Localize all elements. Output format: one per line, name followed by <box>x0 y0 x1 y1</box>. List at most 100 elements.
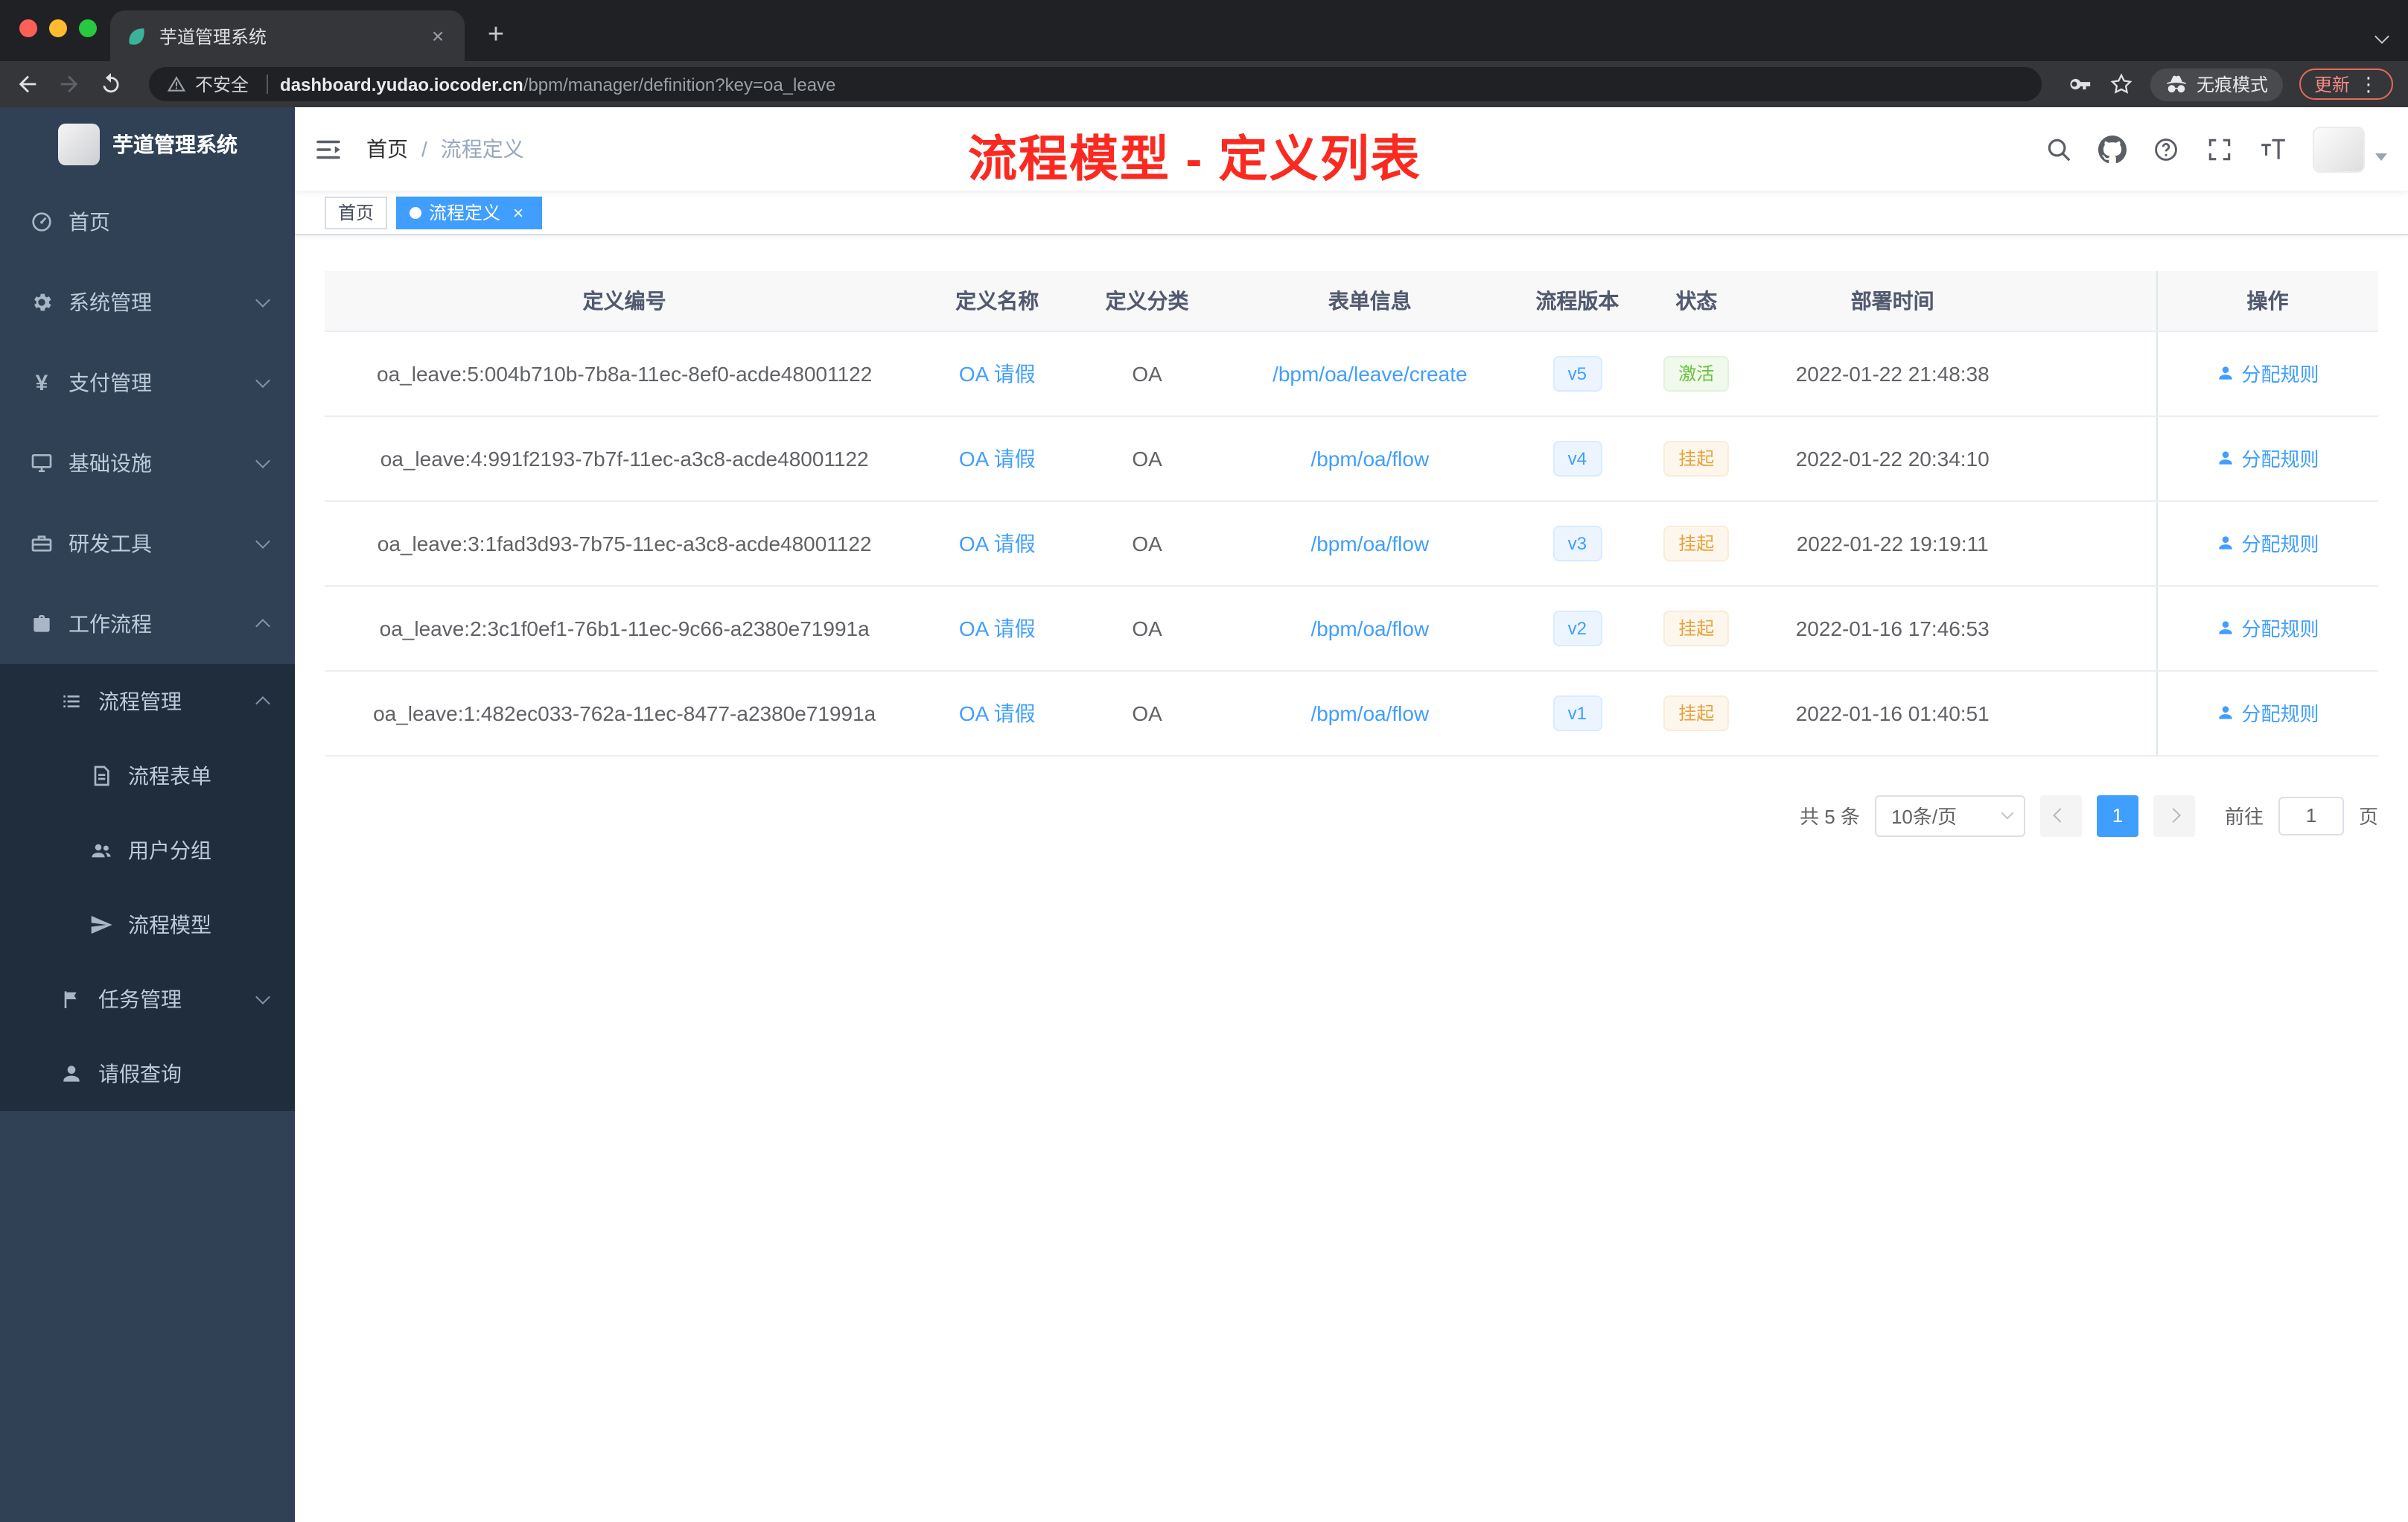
sidebar-item-workflow[interactable]: 工作流程 <box>0 584 295 664</box>
sidebar-item-process-model[interactable]: 流程模型 <box>0 888 295 962</box>
browser-update-menu[interactable]: 更新 ⋮ <box>2299 69 2393 100</box>
address-bar[interactable]: 不安全 dashboard.yudao.iocoder.cn /bpm/mana… <box>149 67 2042 101</box>
workflow-submenu: 流程管理 流程表单 用户分组 流程模型 任务管理 请假查询 <box>0 664 295 1111</box>
sidebar-item-payment[interactable]: ¥ 支付管理 <box>0 343 295 423</box>
sidebar-item-label: 研发工具 <box>69 532 152 555</box>
table-row: oa_leave:2:3c1f0ef1-76b1-11ec-9c66-a2380… <box>325 585 2378 671</box>
task-icon <box>60 987 83 1011</box>
category-cell: OA <box>1070 331 1224 416</box>
definition-name-link[interactable]: OA 请假 <box>959 616 1036 640</box>
tab-search-button[interactable] <box>2374 22 2389 49</box>
tag-process-definition[interactable]: 流程定义 × <box>396 196 543 229</box>
form-link[interactable]: /bpm/oa/flow <box>1310 446 1429 470</box>
sidebar-item-task-management[interactable]: 任务管理 <box>0 962 295 1037</box>
minimize-window-button[interactable] <box>49 19 67 37</box>
prev-page-button[interactable] <box>2039 795 2082 836</box>
assign-rule-link[interactable]: 分配规则 <box>2217 614 2319 642</box>
screen: 芋道管理系统 × + 不安全 dashboard.yudao.iocoder.c… <box>0 0 2408 1522</box>
chevron-down-icon <box>255 453 270 468</box>
tab-close-icon[interactable]: × <box>426 24 450 48</box>
sidebar-item-dev-tools[interactable]: 研发工具 <box>0 503 295 584</box>
category-cell: OA <box>1070 500 1224 586</box>
help-icon[interactable] <box>2152 135 2180 163</box>
app-root: 芋道管理系统 首页 系统管理 ¥ 支付管理 基础设施 研发工具 工作流程 流程管… <box>0 107 2408 1522</box>
font-size-icon[interactable] <box>2259 135 2287 163</box>
sidebar-item-label: 流程表单 <box>128 764 211 788</box>
column-header-process-version: 流程版本 <box>1515 271 1640 331</box>
incognito-badge[interactable]: 无痕模式 <box>2150 68 2283 101</box>
sidebar-item-user-group[interactable]: 用户分组 <box>0 813 295 888</box>
sidebar-item-label: 基础设施 <box>69 451 152 475</box>
window-controls <box>19 19 97 37</box>
form-link[interactable]: /bpm/oa/flow <box>1310 616 1429 640</box>
password-key-icon[interactable] <box>2067 71 2092 97</box>
dashboard-icon <box>30 210 54 234</box>
table-row: oa_leave:5:004b710b-7b8a-11ec-8ef0-acde4… <box>325 331 2378 416</box>
sidebar-header: 芋道管理系统 <box>0 107 295 182</box>
goto-page-input[interactable] <box>2278 796 2344 835</box>
user-icon <box>2219 536 2233 550</box>
definition-id-cell: oa_leave:1:482ec033-762a-11ec-8477-a2380… <box>325 670 925 756</box>
assign-rule-link[interactable]: 分配规则 <box>2217 359 2319 387</box>
form-link[interactable]: /bpm/oa/leave/create <box>1273 361 1468 385</box>
assign-rule-link[interactable]: 分配规则 <box>2217 444 2319 472</box>
assign-rule-link[interactable]: 分配规则 <box>2217 698 2319 727</box>
tags-view: 首页 流程定义 × <box>295 191 2408 235</box>
definition-table: 定义编号 定义名称 定义分类 表单信息 流程版本 状态 部署时间 操作 oa_l… <box>325 271 2378 756</box>
page-size-select[interactable]: 10条/页 <box>1874 795 2025 836</box>
user-menu[interactable] <box>2313 126 2387 172</box>
user-avatar[interactable] <box>2313 126 2365 172</box>
sidebar-item-system[interactable]: 系统管理 <box>0 262 295 343</box>
chevron-down-icon <box>255 534 270 549</box>
chevron-down-icon <box>2001 806 2014 820</box>
browser-tab[interactable]: 芋道管理系统 × <box>110 10 465 61</box>
sidebar-item-label: 首页 <box>69 210 110 234</box>
sidebar-item-infrastructure[interactable]: 基础设施 <box>0 423 295 503</box>
form-link[interactable]: /bpm/oa/flow <box>1310 701 1429 725</box>
caret-down-icon <box>2375 153 2387 160</box>
security-label[interactable]: 不安全 <box>195 71 249 97</box>
chevron-up-icon <box>255 619 270 634</box>
incognito-label: 无痕模式 <box>2196 74 2268 95</box>
back-button[interactable] <box>15 71 40 97</box>
definition-name-link[interactable]: OA 请假 <box>959 361 1036 385</box>
definition-name-link[interactable]: OA 请假 <box>959 446 1036 470</box>
next-page-button[interactable] <box>2153 795 2195 836</box>
category-cell: OA <box>1070 670 1224 756</box>
tag-close-icon[interactable]: × <box>508 202 529 223</box>
url-divider <box>267 74 269 94</box>
definition-name-link[interactable]: OA 请假 <box>959 701 1036 725</box>
bookmark-star-icon[interactable] <box>2109 71 2134 97</box>
page-1-button[interactable]: 1 <box>2096 795 2138 836</box>
column-header-status: 状态 <box>1639 271 1754 331</box>
search-icon[interactable] <box>2045 135 2073 163</box>
version-badge: v3 <box>1552 525 1602 561</box>
forward-button[interactable] <box>57 71 82 97</box>
form-link[interactable]: /bpm/oa/flow <box>1310 531 1429 555</box>
assign-rule-link[interactable]: 分配规则 <box>2217 529 2319 557</box>
version-badge: v2 <box>1552 610 1602 646</box>
sidebar-item-label: 系统管理 <box>69 290 152 314</box>
github-icon[interactable] <box>2098 135 2127 163</box>
breadcrumb-home[interactable]: 首页 <box>366 134 408 164</box>
reload-button[interactable] <box>98 71 124 97</box>
category-cell: OA <box>1070 585 1224 671</box>
close-window-button[interactable] <box>19 19 37 37</box>
filler-cell <box>2030 670 2157 756</box>
sidebar-item-home[interactable]: 首页 <box>0 182 295 262</box>
definition-name-link[interactable]: OA 请假 <box>959 531 1036 555</box>
tag-home[interactable]: 首页 <box>325 196 388 229</box>
sidebar-toggle-button[interactable] <box>313 133 344 165</box>
not-secure-warning-icon <box>167 76 186 92</box>
new-tab-button[interactable]: + <box>477 15 515 57</box>
sidebar-item-leave-query[interactable]: 请假查询 <box>0 1037 295 1111</box>
sidebar-item-process-management[interactable]: 流程管理 <box>0 664 295 739</box>
deploy-time-cell: 2022-01-22 21:48:38 <box>1754 331 2031 416</box>
zoom-window-button[interactable] <box>79 19 97 37</box>
app-logo <box>57 124 99 165</box>
sidebar-item-label: 流程管理 <box>98 690 182 713</box>
sidebar-item-process-form[interactable]: 流程表单 <box>0 739 295 813</box>
tab-title: 芋道管理系统 <box>159 26 267 47</box>
page-size-value: 10条/页 <box>1891 806 1958 828</box>
fullscreen-icon[interactable] <box>2205 135 2234 163</box>
